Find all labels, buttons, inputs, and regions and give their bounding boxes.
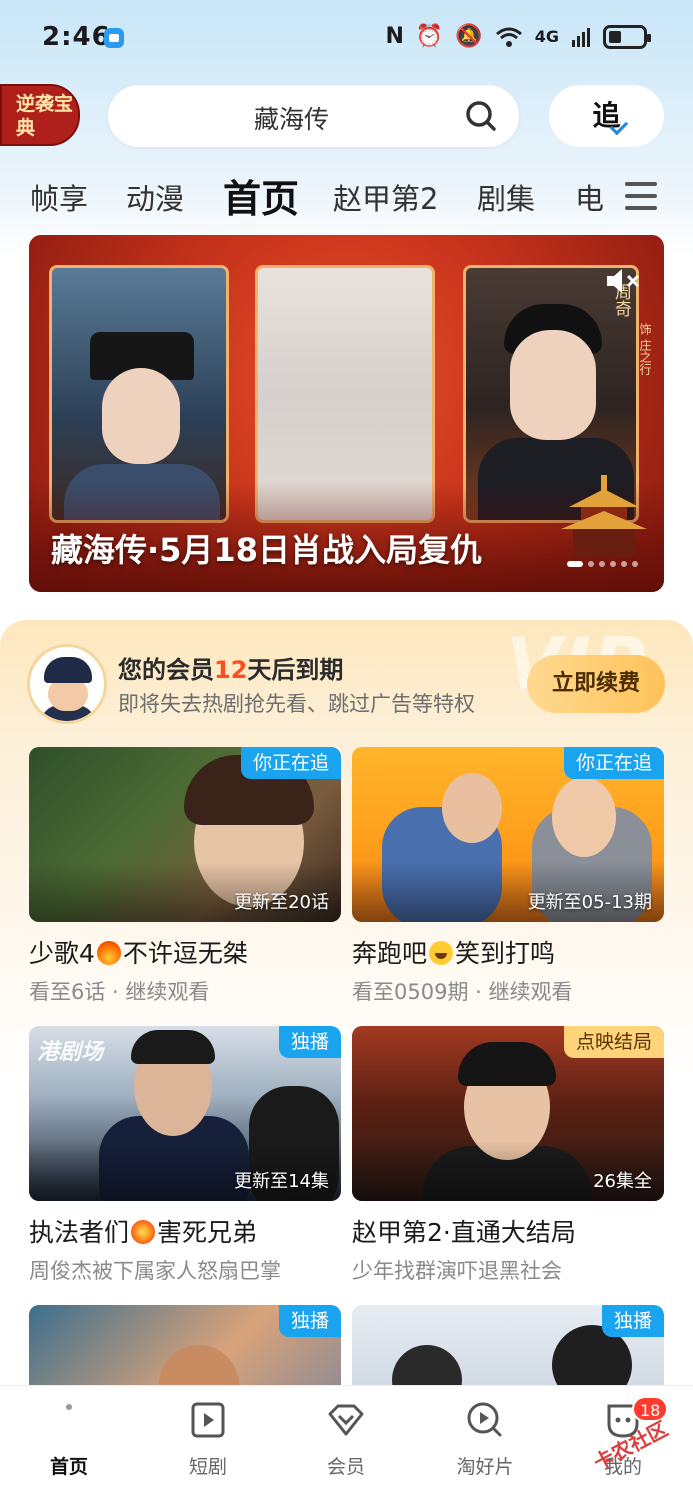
nav-label: 首页 xyxy=(49,1456,88,1478)
card-title: 执法者们 害死兄弟 xyxy=(29,1218,258,1247)
home-icon xyxy=(66,1404,72,1410)
mute-bell-icon: 🔕 xyxy=(455,24,483,49)
avatar[interactable] xyxy=(27,644,107,724)
nfc-icon: N xyxy=(385,24,404,49)
card-subtitle: 周俊杰被下属家人怒扇巴掌 xyxy=(29,1259,281,1283)
card-title: 赵甲第2·直通大结局 xyxy=(352,1218,576,1247)
tab-zhaojiadi2[interactable]: 赵甲第2 xyxy=(333,176,438,218)
pagoda-illustration xyxy=(561,475,647,557)
card-tag: 独播 xyxy=(601,1305,664,1337)
card-tag: 独播 xyxy=(278,1026,341,1058)
banner-pagination xyxy=(567,561,638,567)
card-episode-info: 更新至20话 xyxy=(234,892,329,913)
card-tag: 你正在追 xyxy=(563,747,664,779)
status-time: 2:46 xyxy=(42,22,111,52)
nav-label: 会员 xyxy=(326,1456,365,1478)
status-bar: 2:46 N ⏰ 🔕 4G xyxy=(0,0,693,78)
search-icon[interactable] xyxy=(465,100,497,132)
short-drama-icon xyxy=(191,1402,225,1438)
nav-home[interactable]: 首页 xyxy=(0,1386,138,1500)
card-episode-info: 更新至05-13期 xyxy=(527,892,652,913)
bottom-nav: 首页 短剧 会员 淘好片 18 我的 xyxy=(0,1385,693,1500)
card-episode-info: 26集全 xyxy=(593,1171,652,1192)
explosion-emoji-icon xyxy=(131,1220,156,1244)
follow-button[interactable]: 追 xyxy=(549,85,664,147)
video-card[interactable]: 你正在追 更新至20话 少歌4 不许逗无桀 看至6话 · 继续观看 xyxy=(29,747,341,1006)
tab-home[interactable]: 首页 xyxy=(223,168,299,223)
card-title: 少歌4 不许逗无桀 xyxy=(29,939,248,968)
menu-icon[interactable] xyxy=(625,182,657,212)
nav-discover[interactable]: 淘好片 xyxy=(416,1386,554,1500)
card-episode-info: 更新至14集 xyxy=(234,1171,329,1192)
banner-title: 藏海传·5月18日肖战入局复仇 xyxy=(51,531,482,569)
video-card[interactable]: 你正在追 更新至05-13期 奔跑吧 笑到打鸣 看至0509期 · 继续观看 xyxy=(352,747,664,1006)
network-type: 4G xyxy=(534,27,559,46)
card-thumbnail[interactable]: 点映结局 26集全 xyxy=(352,1026,664,1201)
card-thumbnail[interactable]: 你正在追 更新至05-13期 xyxy=(352,747,664,922)
signal-icon xyxy=(572,27,590,47)
alarm-icon: ⏰ xyxy=(415,24,444,49)
card-title: 奔跑吧 笑到打鸣 xyxy=(352,939,556,968)
renew-button[interactable]: 立即续费 xyxy=(527,655,665,713)
member-days-left: 12 xyxy=(214,656,248,684)
wifi-icon xyxy=(495,27,522,47)
video-card[interactable]: 点映结局 26集全 赵甲第2·直通大结局 少年找群演吓退黑社会 xyxy=(352,1026,664,1285)
channel-logo: 港剧场 xyxy=(37,1040,104,1065)
member-section: VIP 您的会员12天后到期 即将失去热剧抢先看、跳过广告等特权 立即续费 你正… xyxy=(0,620,693,1480)
banner-cast-role: 饰 庄之行 xyxy=(638,323,652,375)
tab-series[interactable]: 剧集 xyxy=(477,176,535,218)
category-tabs: 帧享 动漫 首页 赵甲第2 剧集 电 xyxy=(0,168,693,224)
search-bar[interactable]: 藏海传 xyxy=(108,85,519,147)
discover-icon xyxy=(467,1402,502,1437)
card-subtitle: 看至0509期 · 继续观看 xyxy=(352,980,573,1004)
status-icons: N ⏰ 🔕 4G xyxy=(385,24,651,49)
card-thumbnail[interactable]: 港剧场 独播 更新至14集 xyxy=(29,1026,341,1201)
battery-icon xyxy=(603,24,651,49)
nav-short-drama[interactable]: 短剧 xyxy=(139,1386,277,1500)
nav-label: 短剧 xyxy=(188,1456,227,1478)
card-tag: 你正在追 xyxy=(240,747,341,779)
member-expiry-title: 您的会员12天后到期 xyxy=(118,656,344,684)
vip-diamond-icon xyxy=(328,1404,364,1436)
search-input[interactable]: 藏海传 xyxy=(254,100,329,136)
app-notification-icon xyxy=(104,28,124,48)
card-thumbnail[interactable]: 你正在追 更新至20话 xyxy=(29,747,341,922)
tab-anime[interactable]: 动漫 xyxy=(126,176,184,218)
mute-icon[interactable] xyxy=(605,267,641,295)
fire-emoji-icon xyxy=(96,941,121,965)
video-card[interactable]: 港剧场 独播 更新至14集 执法者们 害死兄弟 周俊杰被下属家人怒扇巴掌 xyxy=(29,1026,341,1285)
card-subtitle: 少年找群演吓退黑社会 xyxy=(352,1259,562,1283)
laugh-emoji-icon xyxy=(429,941,454,965)
nav-label: 淘好片 xyxy=(456,1456,514,1478)
card-tag: 独播 xyxy=(278,1305,341,1337)
card-tag: 点映结局 xyxy=(563,1026,664,1058)
hero-banner[interactable]: 周奇 饰 庄之行 藏海传·5月18日肖战入局复仇 xyxy=(29,235,664,592)
tab-movies[interactable]: 电 xyxy=(575,176,604,218)
tab-zhenxiang[interactable]: 帧享 xyxy=(30,176,88,218)
nav-vip[interactable]: 会员 xyxy=(277,1386,415,1500)
member-subtitle: 即将失去热剧抢先看、跳过广告等特权 xyxy=(118,692,475,716)
card-subtitle: 看至6话 · 继续观看 xyxy=(29,980,210,1004)
promo-badge[interactable]: 逆袭宝典 xyxy=(0,84,80,146)
